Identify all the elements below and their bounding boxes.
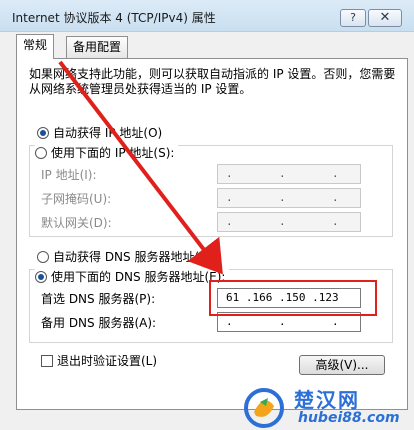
tab-general[interactable]: 常规 bbox=[16, 34, 55, 59]
tab-alternate-config[interactable]: 备用配置 bbox=[66, 36, 129, 58]
ip-auto-option[interactable]: 自动获得 IP 地址(O) bbox=[37, 125, 162, 141]
ip-manual-option[interactable]: 使用下面的 IP 地址(S): bbox=[35, 145, 179, 161]
window-title: Internet 协议版本 4 (TCP/IPv4) 属性 bbox=[12, 11, 216, 25]
dns-auto-option[interactable]: 自动获得 DNS 服务器地址(B) bbox=[37, 249, 212, 265]
general-panel: 如果网络支持此功能，则可以获取自动指派的 IP 设置。否则，您需要从网络系统管理… bbox=[16, 58, 408, 410]
default-gateway-label: 默认网关(D): bbox=[41, 216, 112, 230]
title-bar: Internet 协议版本 4 (TCP/IPv4) 属性 ? ✕ bbox=[0, 0, 414, 32]
alternate-dns-label: 备用 DNS 服务器(A): bbox=[41, 316, 157, 330]
dns-manual-radio[interactable] bbox=[35, 271, 47, 283]
ip-manual-label: 使用下面的 IP 地址(S): bbox=[51, 146, 175, 160]
ip-manual-radio[interactable] bbox=[35, 147, 47, 159]
site-watermark: 楚汉网 hubei88.com bbox=[238, 384, 408, 430]
dns-manual-label: 使用下面的 DNS 服务器地址(E): bbox=[51, 270, 226, 284]
ip-address-field[interactable]: . . . bbox=[217, 164, 361, 184]
watermark-title: 楚汉网 bbox=[294, 388, 360, 412]
subnet-mask-label: 子网掩码(U): bbox=[41, 192, 112, 206]
ip-auto-radio[interactable] bbox=[37, 127, 49, 139]
ip-address-label: IP 地址(I): bbox=[41, 168, 97, 182]
default-gateway-field[interactable]: . . . bbox=[217, 212, 361, 232]
preferred-dns-label: 首选 DNS 服务器(P): bbox=[41, 292, 156, 306]
validate-label: 退出时验证设置(L) bbox=[57, 354, 158, 368]
dns-manual-option[interactable]: 使用下面的 DNS 服务器地址(E): bbox=[35, 269, 230, 285]
subnet-mask-field[interactable]: . . . bbox=[217, 188, 361, 208]
dns-auto-radio[interactable] bbox=[37, 251, 49, 263]
validate-checkbox[interactable] bbox=[41, 355, 53, 367]
watermark-logo-icon bbox=[244, 388, 284, 428]
validate-option[interactable]: 退出时验证设置(L) bbox=[41, 353, 157, 369]
watermark-url: hubei88.com bbox=[298, 410, 400, 426]
dns-highlight-box bbox=[209, 280, 377, 316]
description-text: 如果网络支持此功能，则可以获取自动指派的 IP 设置。否则，您需要从网络系统管理… bbox=[29, 67, 396, 96]
dns-auto-label: 自动获得 DNS 服务器地址(B) bbox=[53, 250, 213, 264]
advanced-button[interactable]: 高级(V)... bbox=[299, 355, 385, 375]
help-button[interactable]: ? bbox=[340, 9, 366, 27]
close-button[interactable]: ✕ bbox=[368, 9, 402, 27]
ip-auto-label: 自动获得 IP 地址(O) bbox=[53, 126, 163, 140]
